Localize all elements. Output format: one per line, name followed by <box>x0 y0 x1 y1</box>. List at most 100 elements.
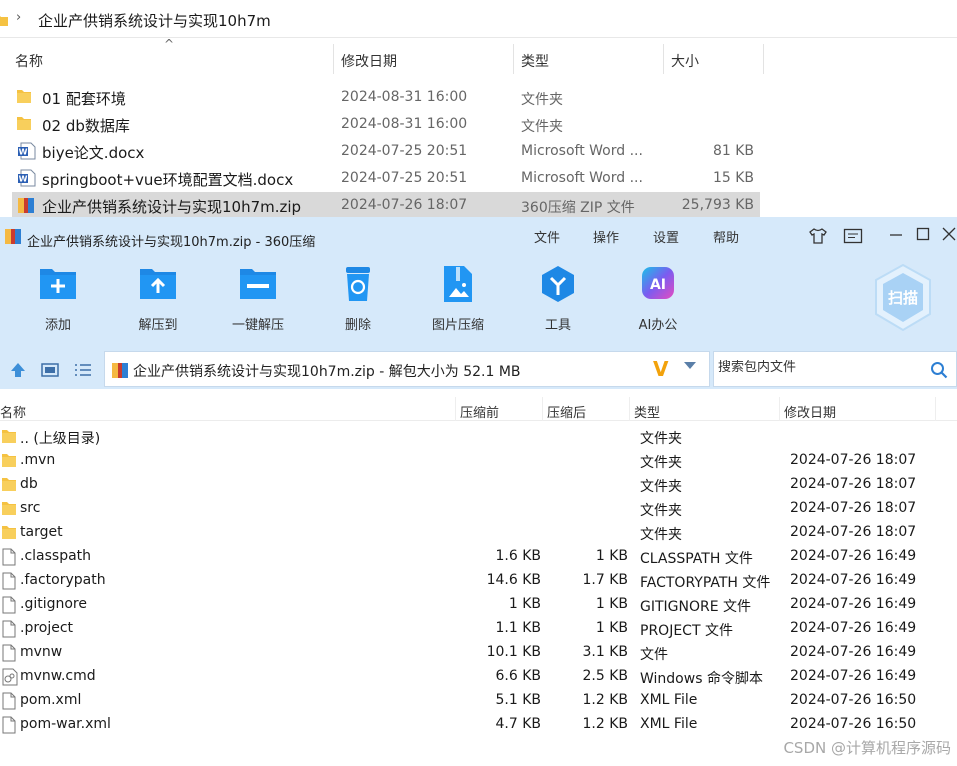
column-header-name[interactable]: 名称 <box>0 402 26 421</box>
column-divider[interactable] <box>455 397 456 421</box>
folder-icon <box>2 476 16 496</box>
column-divider[interactable] <box>542 397 543 421</box>
image-compress-button[interactable]: 图片压缩 <box>418 265 498 333</box>
explorer-file-row[interactable]: Wbiye论文.docx 2024-07-25 20:51 Microsoft Wo… <box>12 138 760 164</box>
archive-file-row[interactable]: mvnw.cmd 6.6 KB 2.5 KB Windows 命令脚本 2024-07-… <box>0 665 957 689</box>
search-box[interactable] <box>713 351 957 387</box>
archive-path-field[interactable]: 企业产供销系统设计与实现10h7m.zip - 解包大小为 52.1 MB V <box>104 351 710 387</box>
archive-file-row[interactable]: .mvn 文件夹 2024-07-26 18:07 <box>0 449 957 473</box>
archive-file-row[interactable]: .gitignore 1 KB 1 KB GITIGNORE 文件 2024-07-26… <box>0 593 957 617</box>
entry-date: 2024-07-26 16:50 <box>790 692 917 708</box>
archive-column-headers: 名称 压缩前 压缩后 类型 修改日期 <box>0 397 957 421</box>
column-header-compressed-before[interactable]: 压缩前 <box>460 402 499 421</box>
file-icon <box>2 596 16 618</box>
entry-name: .classpath <box>20 548 92 564</box>
tools-icon <box>538 265 578 303</box>
menu-help[interactable]: 帮助 <box>713 227 739 246</box>
archive-file-row[interactable]: .. (上级目录) 文件夹 <box>0 425 957 449</box>
tools-button[interactable]: 工具 <box>518 265 598 333</box>
archive-file-row[interactable]: pom-war.xml 4.7 KB 1.2 KB XML File 2024-07-2… <box>0 713 957 737</box>
column-header-compressed-after[interactable]: 压缩后 <box>547 402 586 421</box>
size-after: 3.1 KB <box>582 644 629 660</box>
archive-file-row[interactable]: .classpath 1.6 KB 1 KB CLASSPATH 文件 2024-07-… <box>0 545 957 569</box>
add-label: 添加 <box>44 318 71 333</box>
column-header-date[interactable]: 修改日期 <box>341 51 397 71</box>
scan-label: 扫描 <box>888 289 918 307</box>
column-header-type[interactable]: 类型 <box>521 51 549 71</box>
list-view-icon[interactable] <box>74 363 92 377</box>
vip-v-icon[interactable]: V <box>653 357 668 381</box>
explorer-file-row[interactable]: 01 配套环境 2024-08-31 16:00 文件夹 <box>12 84 760 110</box>
ai-office-icon: AI <box>638 265 678 303</box>
explorer-file-row[interactable]: 02 db数据库 2024-08-31 16:00 文件夹 <box>12 111 760 137</box>
explorer-column-headers: ^ 名称 修改日期 类型 大小 <box>0 37 957 76</box>
dropdown-caret-icon[interactable] <box>683 361 697 371</box>
entry-date: 2024-07-26 16:50 <box>790 716 917 732</box>
column-divider[interactable] <box>935 397 936 421</box>
close-icon[interactable] <box>942 227 956 241</box>
column-header-name[interactable]: 名称 <box>15 51 43 71</box>
archive-file-row[interactable]: mvnw 10.1 KB 3.1 KB 文件 2024-07-26 16:49 <box>0 641 957 665</box>
svg-text:W: W <box>19 148 28 157</box>
column-divider[interactable] <box>333 44 334 74</box>
message-icon[interactable] <box>843 228 863 244</box>
thumbnail-view-icon[interactable] <box>41 363 59 377</box>
search-icon[interactable] <box>930 361 948 379</box>
archive-file-row[interactable]: target 文件夹 2024-07-26 18:07 <box>0 521 957 545</box>
file-date: 2024-08-31 16:00 <box>341 116 468 132</box>
search-input[interactable] <box>718 360 918 375</box>
menu-file[interactable]: 文件 <box>534 227 560 246</box>
explorer-file-row[interactable]: Wspringboot+vue环境配置文档.docx 2024-07-25 20:… <box>12 165 760 191</box>
file-size: 25,793 KB <box>681 197 754 213</box>
delete-button[interactable]: 删除 <box>318 265 398 333</box>
file-name: 01 配套环境 <box>42 90 126 108</box>
menu-operate[interactable]: 操作 <box>593 227 619 246</box>
entry-type: XML File <box>640 716 698 732</box>
file-name: springboot+vue环境配置文档.docx <box>42 171 294 189</box>
file-type: Microsoft Word ... <box>521 170 643 186</box>
entry-name: mvnw <box>20 644 63 660</box>
skin-shirt-icon[interactable] <box>808 227 828 245</box>
size-after: 1 KB <box>595 596 628 612</box>
column-divider[interactable] <box>763 44 764 74</box>
column-divider[interactable] <box>779 397 780 421</box>
explorer-file-row[interactable]: 企业产供销系统设计与实现10h7m.zip 2024-07-26 18:07 360… <box>12 192 760 218</box>
column-header-type[interactable]: 类型 <box>634 402 660 421</box>
zip-archive-icon <box>112 363 128 378</box>
column-divider[interactable] <box>629 397 630 421</box>
ai-office-button[interactable]: AI AI办公 <box>618 265 698 333</box>
file-size: 81 KB <box>712 143 754 159</box>
menu-settings[interactable]: 设置 <box>653 227 679 246</box>
explorer-path: 企业产供销系统设计与实现10h7m <box>38 12 271 30</box>
folder-icon <box>17 115 31 135</box>
entry-name: pom.xml <box>20 692 82 708</box>
file-date: 2024-07-26 18:07 <box>341 197 468 213</box>
entry-name: .factorypath <box>20 572 106 588</box>
size-before: 1.6 KB <box>495 548 542 564</box>
folder-icon <box>2 524 16 544</box>
explorer-address-bar[interactable]: › 企业产供销系统设计与实现10h7m <box>0 0 957 38</box>
size-after: 1.2 KB <box>582 692 629 708</box>
up-arrow-icon[interactable] <box>10 362 26 378</box>
add-button[interactable]: 添加 <box>18 265 98 333</box>
column-divider[interactable] <box>513 44 514 74</box>
column-header-date[interactable]: 修改日期 <box>784 402 836 421</box>
column-header-size[interactable]: 大小 <box>671 51 699 71</box>
scan-button[interactable]: 扫描 <box>873 263 933 333</box>
file-icon <box>2 572 16 594</box>
maximize-icon[interactable] <box>916 227 930 241</box>
file-name: biye论文.docx <box>42 144 145 162</box>
archive-file-row[interactable]: .factorypath 14.6 KB 1.7 KB FACTORYPATH 文件 2… <box>0 569 957 593</box>
archive-file-row[interactable]: .project 1.1 KB 1 KB PROJECT 文件 2024-07-26 1… <box>0 617 957 641</box>
folder-icon <box>17 88 31 108</box>
title-bar[interactable]: 企业产供销系统设计与实现10h7m.zip - 360压缩 文件 操作 设置 帮… <box>0 217 957 251</box>
archive-file-row[interactable]: src 文件夹 2024-07-26 18:07 <box>0 497 957 521</box>
column-divider[interactable] <box>663 44 664 74</box>
archive-file-row[interactable]: pom.xml 5.1 KB 1.2 KB XML File 2024-07-26 16… <box>0 689 957 713</box>
archive-file-row[interactable]: db 文件夹 2024-07-26 18:07 <box>0 473 957 497</box>
file-type: Microsoft Word ... <box>521 143 643 159</box>
extract-to-button[interactable]: 解压到 <box>118 265 198 333</box>
minimize-icon[interactable] <box>889 228 903 242</box>
one-click-extract-button[interactable]: 一键解压 <box>218 265 298 333</box>
entry-type: GITIGNORE 文件 <box>640 599 752 615</box>
